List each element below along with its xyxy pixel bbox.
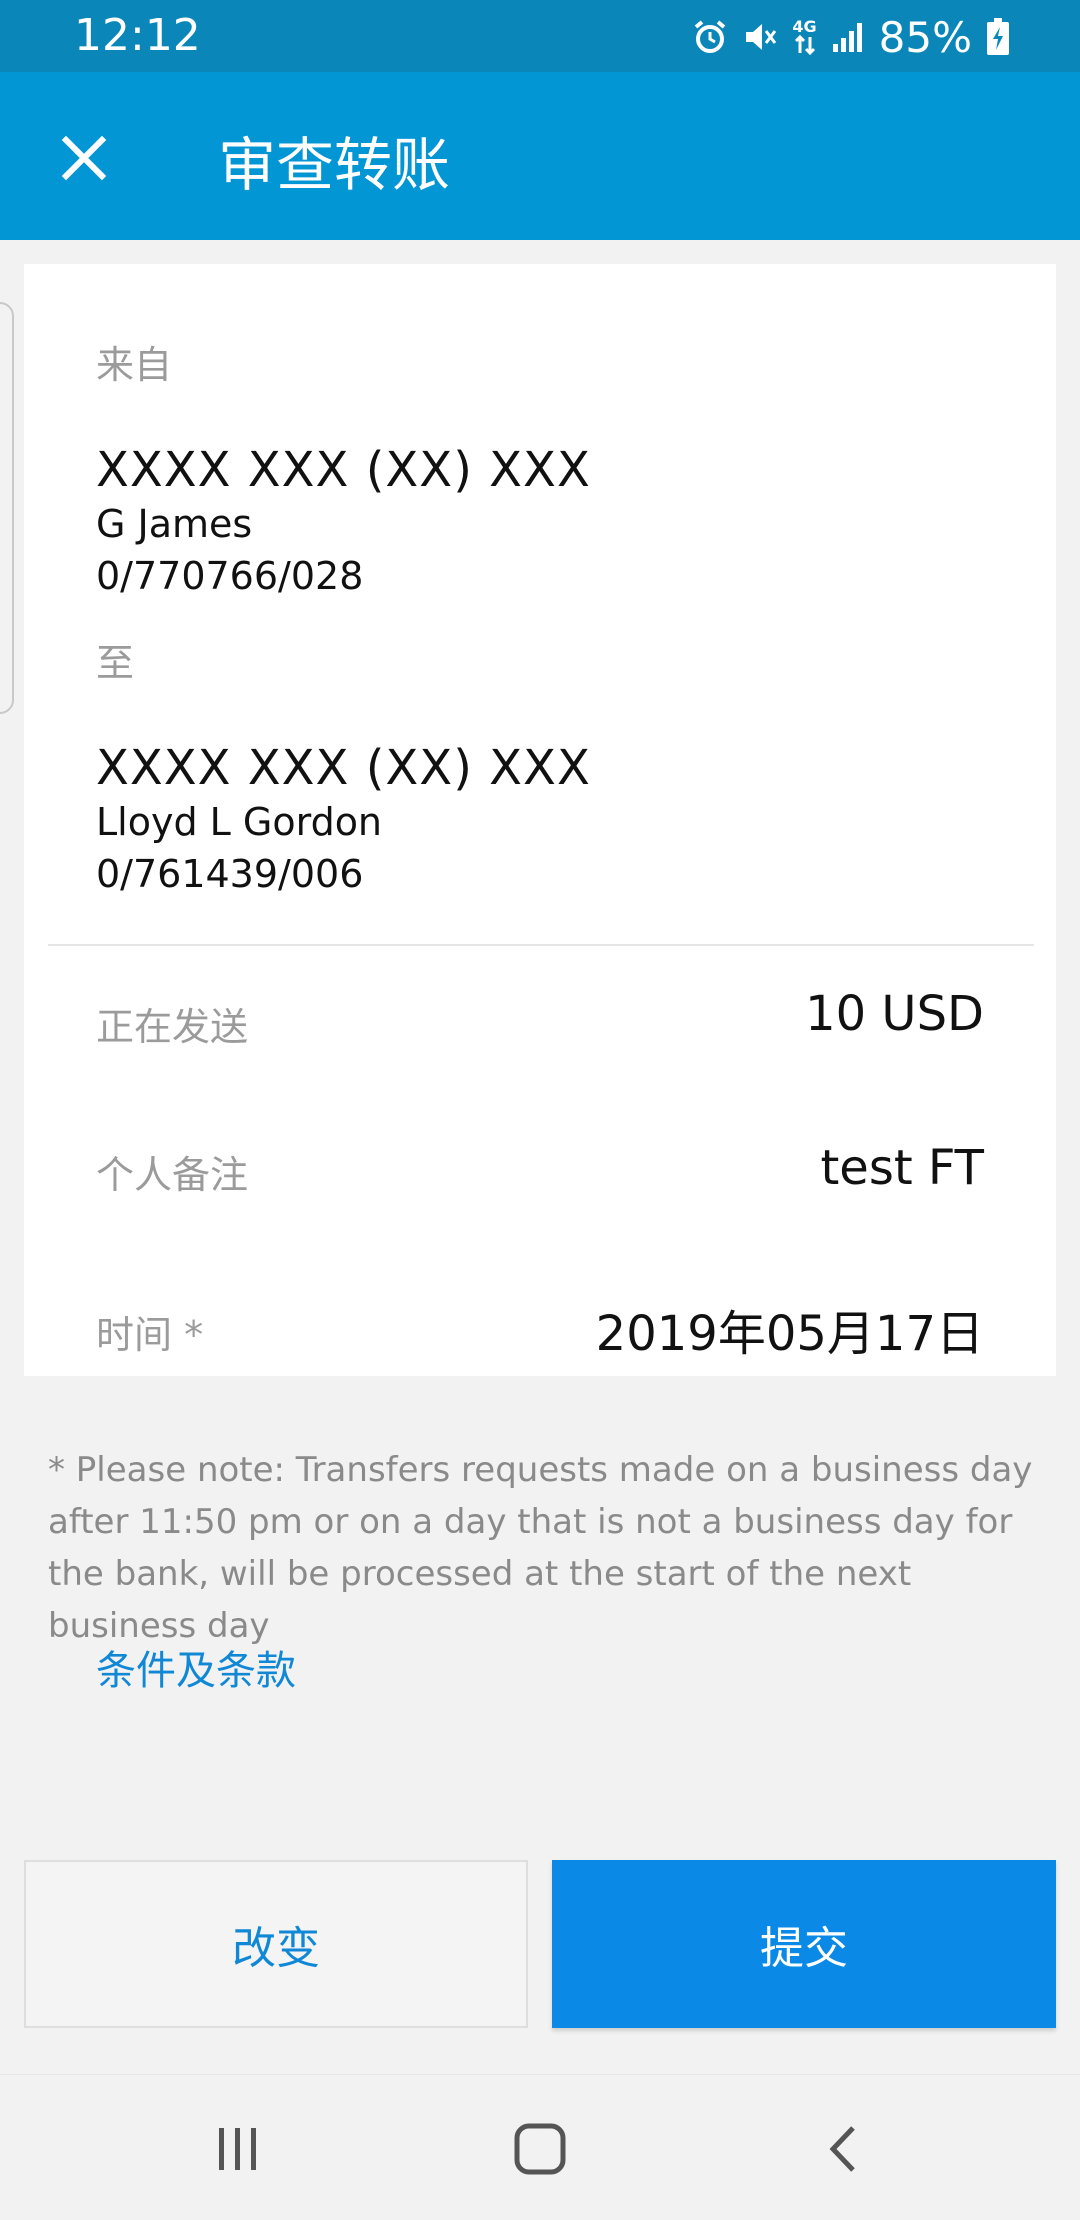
date-label: 时间 *: [96, 1313, 204, 1357]
date-value: 2019年05月17日: [595, 1306, 984, 1362]
to-account-mask: XXXX XXX (XX) XXX: [96, 740, 591, 796]
to-account-name: Lloyd L Gordon: [96, 800, 383, 844]
from-label: 来自: [96, 343, 173, 387]
sending-amount: 10 USD: [805, 986, 984, 1042]
network-type-label: 4G: [792, 17, 817, 36]
page-title: 审查转账: [218, 131, 451, 199]
transfer-review-card: 来自 XXXX XXX (XX) XXX G James 0/770766/02…: [24, 264, 1056, 1376]
sending-label: 正在发送: [96, 1005, 249, 1049]
from-account-name: G James: [96, 502, 253, 546]
personal-note-value: test FT: [820, 1140, 984, 1196]
recent-apps-icon[interactable]: [198, 2115, 278, 2183]
to-label: 至: [96, 641, 135, 685]
mute-icon: [742, 19, 778, 55]
system-nav-bar: [0, 2074, 1080, 2220]
to-account-number: 0/761439/006: [96, 852, 364, 896]
side-panel-handle[interactable]: [0, 302, 14, 714]
from-account-mask: XXXX XXX (XX) XXX: [96, 442, 591, 498]
signal-icon: [831, 20, 865, 54]
personal-note-label: 个人备注: [96, 1153, 249, 1197]
alarm-icon: [692, 19, 728, 55]
app-bar: 审查转账: [0, 72, 1080, 240]
change-button[interactable]: 改变: [24, 1860, 528, 2028]
close-icon[interactable]: [50, 124, 118, 192]
home-icon[interactable]: [500, 2115, 580, 2183]
from-account-number: 0/770766/028: [96, 554, 364, 598]
battery-charging-icon: [986, 18, 1010, 56]
status-icons: 4G 85%: [692, 12, 1010, 62]
terms-and-conditions-link[interactable]: 条件及条款: [96, 1638, 296, 1696]
status-time: 12:12: [74, 10, 201, 61]
card-divider: [48, 944, 1034, 946]
business-day-note: * Please note: Transfers requests made o…: [48, 1450, 1033, 1646]
status-bar: 12:12 4G 85%: [0, 0, 1080, 72]
submit-button[interactable]: 提交: [552, 1860, 1056, 2028]
back-icon[interactable]: [804, 2115, 884, 2183]
network-4g-icon: 4G: [792, 17, 817, 55]
battery-percent: 85%: [878, 12, 972, 62]
